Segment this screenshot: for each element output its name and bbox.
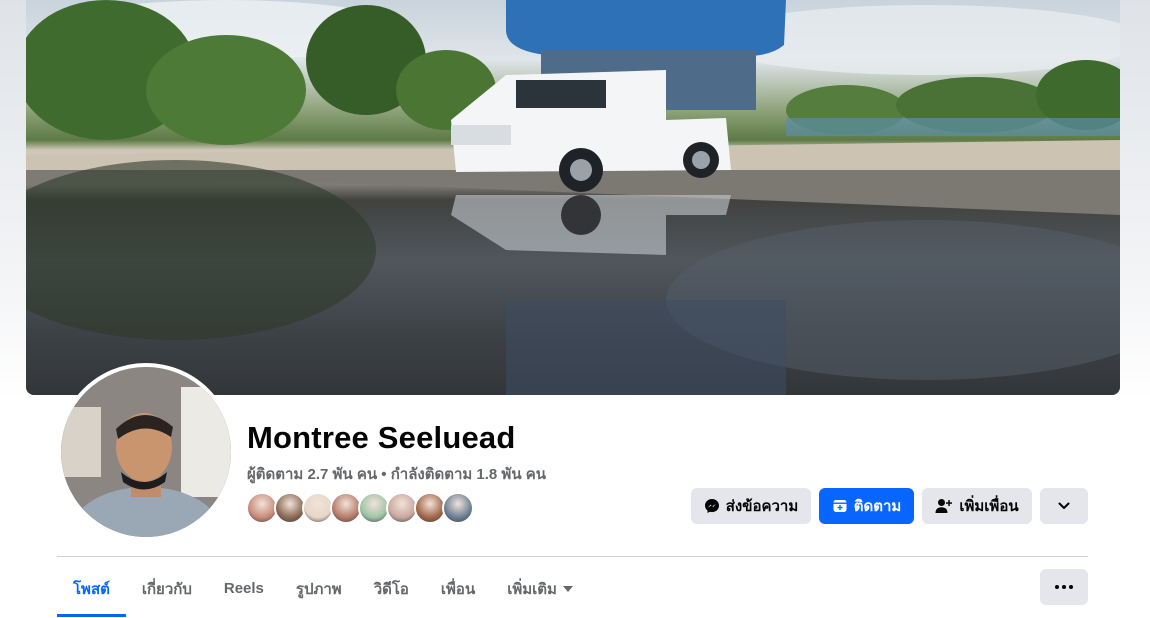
message-button-label: ส่งข้อความ [725,498,799,515]
tab-videos[interactable]: วิดีโอ [358,560,425,617]
add-friend-button-label: เพิ่มเพื่อน [959,498,1019,515]
tab-label: โพสต์ [73,580,110,598]
tab-about[interactable]: เกี่ยวกับ [126,560,208,617]
follower-stats[interactable]: ผู้ติดตาม 2.7 พัน คน • กำลังติดตาม 1.8 พ… [247,462,546,486]
messenger-icon [704,499,719,513]
follow-button-label: ติดตาม [853,498,902,515]
tab-friends[interactable]: เพื่อน [425,560,491,617]
chevron-down-icon [1058,502,1070,509]
tab-label: วิดีโอ [373,580,409,598]
profile-options-dropdown-button[interactable] [1040,488,1088,524]
profile-tabs: โพสต์ เกี่ยวกับ Reels รูปภาพ วิดีโอ เพื่… [57,560,589,618]
tab-label: เพื่อน [440,580,476,598]
tab-reels[interactable]: Reels [208,560,280,617]
tab-label: Reels [223,580,264,597]
follow-icon [833,500,847,512]
add-friend-icon [935,499,953,513]
mutual-friends-avatars[interactable] [246,492,474,524]
profile-picture-frame[interactable] [57,363,235,541]
add-friend-button[interactable]: เพิ่มเพื่อน [922,488,1032,524]
tab-posts[interactable]: โพสต์ [57,560,126,617]
tab-label: เพิ่มเติม [507,580,557,598]
tab-photos[interactable]: รูปภาพ [280,560,358,617]
friend-avatar[interactable] [442,492,474,524]
more-options-button[interactable] [1040,569,1088,605]
ellipsis-icon [1062,585,1066,589]
tab-label: เกี่ยวกับ [141,580,192,598]
ellipsis-icon [1069,585,1073,589]
profile-picture[interactable] [61,367,231,537]
caret-down-icon [562,585,573,592]
profile-header-divider [57,556,1088,557]
cover-photo-scene [26,0,1120,395]
follow-button[interactable]: ติดตาม [819,488,914,524]
message-button[interactable]: ส่งข้อความ [691,488,811,524]
tab-more[interactable]: เพิ่มเติม [491,560,589,617]
cover-photo[interactable] [26,0,1120,395]
ellipsis-icon [1055,585,1059,589]
tab-label: รูปภาพ [295,580,342,598]
profile-name: Montree Seeluead [247,420,516,455]
profile-picture-image [61,367,231,537]
